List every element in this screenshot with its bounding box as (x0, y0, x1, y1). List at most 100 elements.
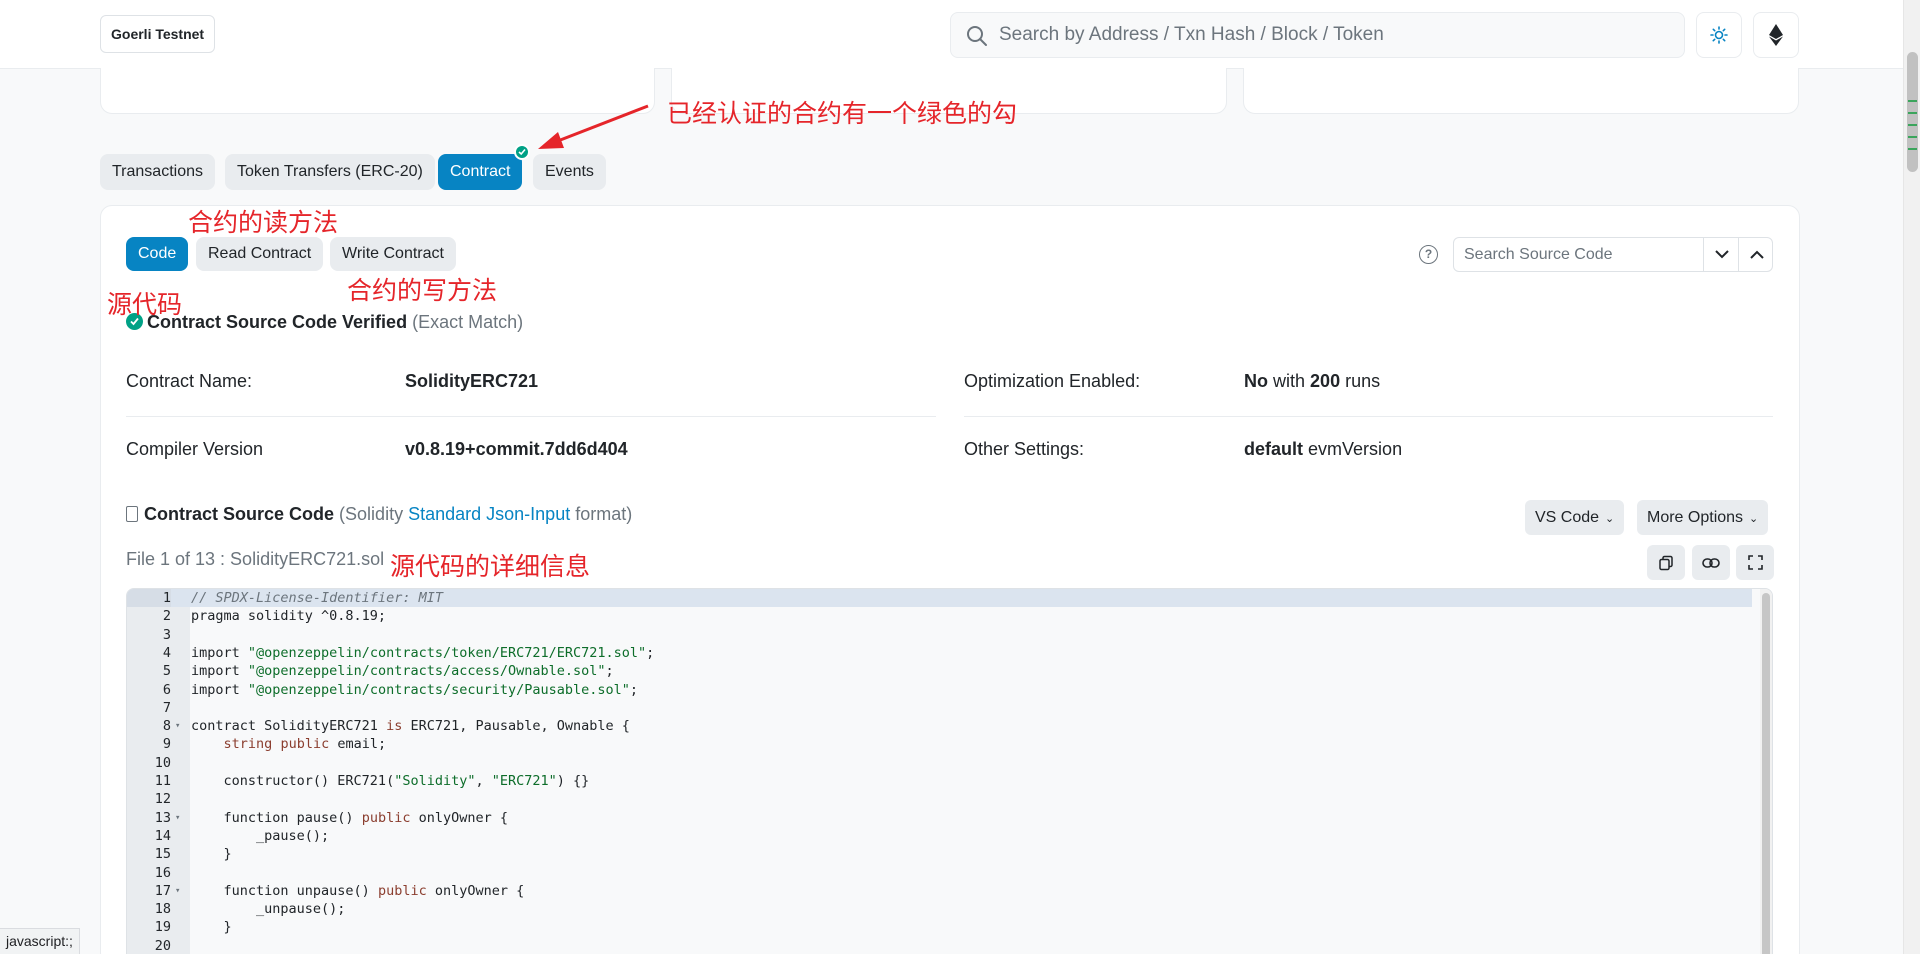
optimization-label: Optimization Enabled: (964, 371, 1141, 391)
code-text: import "@openzeppelin/contracts/token/ER… (191, 644, 655, 661)
divider (964, 416, 1773, 417)
copy-link-button[interactable] (1692, 545, 1730, 580)
network-badge[interactable]: Goerli Testnet (100, 15, 216, 53)
line-number: 4 (162, 644, 171, 661)
code-text: import "@openzeppelin/contracts/access/O… (191, 663, 614, 680)
fullscreen-icon (1747, 555, 1763, 570)
code-text: } (191, 846, 232, 863)
line-number: 12 (154, 791, 171, 808)
help-icon[interactable]: ? (1419, 245, 1438, 264)
line-number: 19 (154, 919, 171, 936)
fold-toggle-icon[interactable]: ▾ (175, 882, 180, 900)
code-line: 1 // SPDX-License-Identifier: MIT (127, 589, 1752, 607)
fold-toggle-icon[interactable]: ▾ (175, 717, 180, 735)
subtab-write-contract[interactable]: Write Contract (330, 237, 456, 271)
source-format-prefix: (Solidity (339, 504, 404, 524)
file-code-icon (126, 506, 138, 522)
code-line: 19 } (127, 918, 1752, 936)
code-line: 11 constructor() ERC721("Solidity", "ERC… (127, 772, 1752, 790)
scroll-marker (1908, 124, 1917, 126)
tab-transactions[interactable]: Transactions (100, 154, 215, 190)
scroll-marker (1908, 136, 1917, 138)
code-text: function unpause() public onlyOwner { (191, 882, 525, 899)
source-code-search[interactable] (1453, 237, 1773, 272)
standard-json-input-link[interactable]: Standard Json-Input (408, 504, 570, 524)
code-text: import "@openzeppelin/contracts/security… (191, 681, 639, 698)
tab-events[interactable]: Events (533, 154, 606, 190)
code-line: 8 ▾ contract SolidityERC721 is ERC721, Pau… (127, 717, 1752, 735)
code-line: 5 import "@openzeppelin/contracts/access/… (127, 662, 1752, 680)
line-number: 16 (154, 864, 171, 881)
copy-source-button[interactable] (1647, 545, 1685, 580)
copy-icon (1659, 555, 1673, 570)
contract-name-label: Contract Name: (126, 371, 253, 391)
code-line: 2 pragma solidity ^0.8.19; (127, 607, 1752, 625)
sun-icon (1710, 26, 1728, 44)
code-text: // SPDX-License-Identifier: MIT (191, 590, 443, 606)
code-line: 10 (127, 754, 1752, 772)
code-text: } (191, 919, 232, 936)
status-bar-url: javascript:; (0, 928, 80, 954)
code-line: 12 (127, 790, 1752, 808)
source-format-suffix: format) (575, 504, 633, 524)
code-line: 14 _pause(); (127, 827, 1752, 845)
other-settings-label: Other Settings: (964, 439, 1085, 459)
file-info: File 1 of 13 : SolidityERC721.sol (126, 549, 385, 569)
line-number: 2 (162, 608, 171, 625)
ethereum-network-button[interactable] (1753, 12, 1799, 58)
contract-name-text: SolidityERC721 (405, 371, 539, 391)
theme-toggle-button[interactable] (1696, 12, 1742, 58)
search-prev-button[interactable] (1738, 238, 1774, 271)
fullscreen-button[interactable] (1736, 545, 1774, 580)
verified-title: Contract Source Code Verified (147, 312, 408, 332)
code-text: constructor() ERC721("Solidity", "ERC721… (191, 773, 590, 789)
verified-status: Contract Source Code Verified (Exact Mat… (126, 311, 523, 333)
vscode-dropdown[interactable]: VS Code ⌄ (1525, 500, 1625, 535)
chevron-down-icon (1714, 250, 1729, 259)
subtab-read-contract[interactable]: Read Contract (196, 237, 324, 271)
line-number: 7 (162, 699, 171, 716)
code-line: 6 import "@openzeppelin/contracts/securit… (127, 681, 1752, 699)
code-line: 16 (127, 864, 1752, 882)
optimization-enabled: No (1244, 371, 1268, 391)
line-number: 6 (162, 681, 171, 698)
chevron-down-icon: ⌄ (1749, 513, 1759, 525)
scroll-marker (1908, 112, 1917, 114)
verified-match: (Exact Match) (412, 312, 524, 332)
tab-token-transfers[interactable]: Token Transfers (ERC-20) (225, 154, 435, 190)
scroll-marker (1908, 100, 1917, 102)
page-scrollbar[interactable] (1903, 0, 1920, 954)
global-search[interactable] (950, 12, 1685, 58)
top-navbar: Goerli Testnet (0, 0, 1903, 69)
more-options-dropdown[interactable]: More Options ⌄ (1637, 500, 1769, 535)
code-editor[interactable]: 1 // SPDX-License-Identifier: MIT 2 pragma … (126, 588, 1773, 954)
global-search-input[interactable] (999, 13, 1669, 57)
code-text: _unpause(); (191, 901, 346, 918)
scroll-marker (1908, 148, 1917, 150)
line-number: 10 (154, 754, 171, 771)
code-text: string public email; (223, 736, 387, 753)
compiler-version-label: Compiler Version (126, 439, 264, 459)
editor-scrollbar-thumb[interactable] (1762, 593, 1770, 954)
line-number: 15 (154, 846, 171, 863)
annotation-read-methods: 合约的读方法 (188, 208, 339, 237)
line-number: 8 (162, 718, 171, 735)
multichain-card (1243, 68, 1799, 114)
fold-toggle-icon[interactable]: ▾ (175, 809, 180, 827)
line-number: 13 (154, 809, 171, 826)
code-line: 17 ▾ function unpause() public onlyOwner … (127, 882, 1752, 900)
search-icon (967, 26, 987, 46)
subtab-code[interactable]: Code (126, 237, 189, 271)
annotation-source-code: 源代码 (107, 290, 183, 319)
source-code-title: Contract Source Code (144, 504, 335, 524)
search-next-button[interactable] (1703, 238, 1739, 271)
verified-check-icon (514, 144, 530, 160)
source-code-search-input[interactable] (1464, 238, 1704, 271)
tab-contract[interactable]: Contract (438, 154, 523, 190)
annotation-source-detail: 源代码的详细信息 (390, 552, 591, 581)
link-icon (1702, 557, 1720, 568)
optimization-runs-word: runs (1345, 371, 1381, 391)
code-line: 4 import "@openzeppelin/contracts/token/E… (127, 644, 1752, 662)
editor-scrollbar[interactable] (1760, 589, 1772, 954)
ethereum-icon (1769, 24, 1783, 46)
